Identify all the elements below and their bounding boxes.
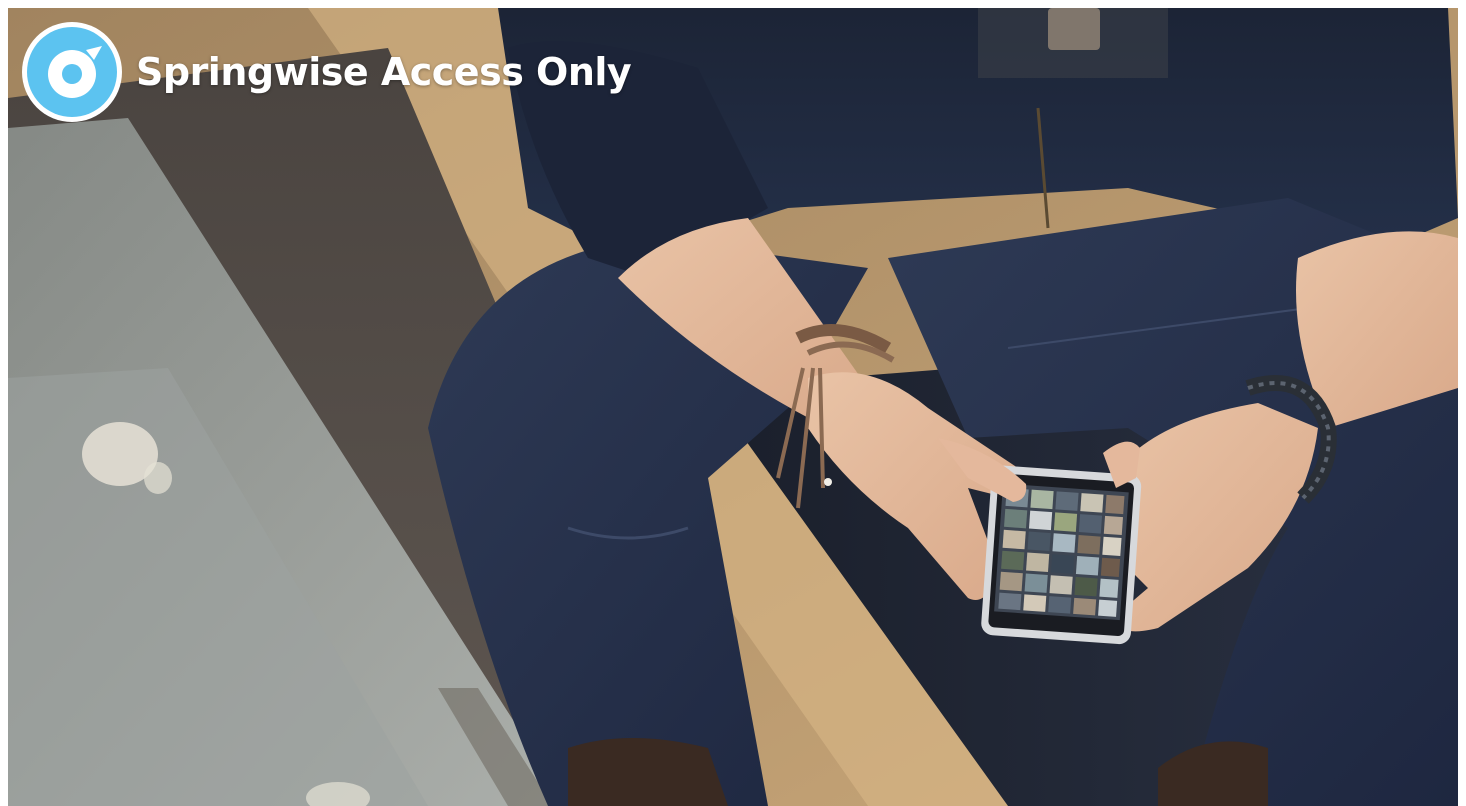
brand-header: Springwise Access Only	[20, 18, 632, 126]
brand-title: Springwise Access Only	[136, 50, 632, 94]
hero-photo	[8, 8, 1458, 806]
hero-banner: Springwise Access Only	[8, 8, 1458, 806]
springwise-logo-icon[interactable]	[20, 20, 124, 124]
